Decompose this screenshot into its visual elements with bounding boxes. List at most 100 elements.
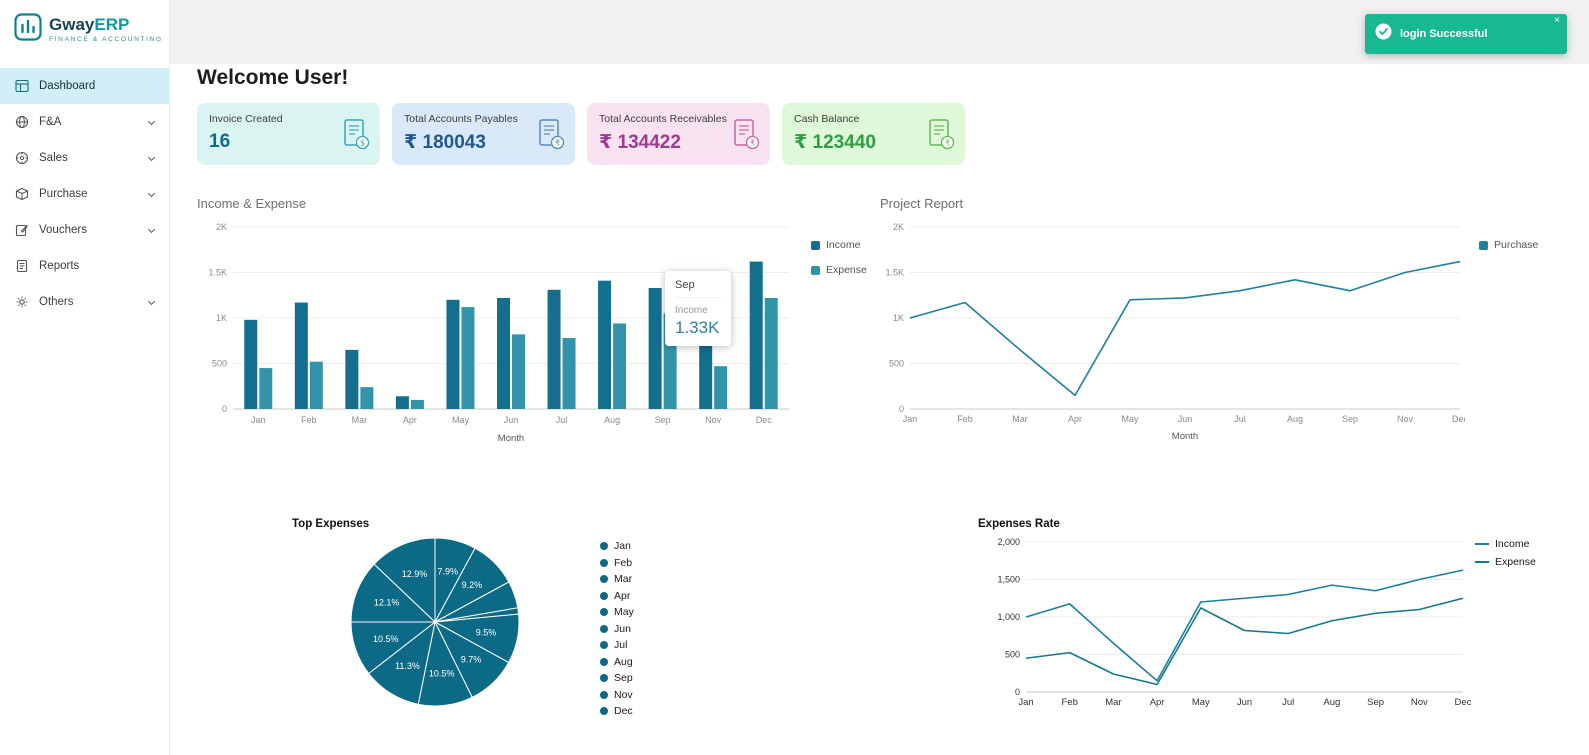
svg-text:May: May xyxy=(1192,697,1210,708)
svg-text:1.5K: 1.5K xyxy=(885,268,904,278)
legend-item-income[interactable]: Income xyxy=(811,239,867,251)
sidebar-item-purchase[interactable]: Purchase xyxy=(0,176,169,212)
stat-card-invoice-created: Invoice Created 16 $ xyxy=(197,103,380,165)
legend-swatch-icon xyxy=(600,674,608,682)
svg-text:Dec: Dec xyxy=(1455,697,1472,708)
svg-text:9.2%: 9.2% xyxy=(462,580,483,590)
svg-text:9.5%: 9.5% xyxy=(476,628,497,638)
legend-item-expense[interactable]: Expense xyxy=(811,264,867,276)
cash-icon: ₹ xyxy=(926,118,956,156)
expenses-rate-line-svg: 0 500 1,000 1,500 2,000 Jan Feb Mar Apr May Jun Jul… xyxy=(997,537,1472,708)
legend-swatch-icon xyxy=(600,641,608,649)
legend-swatch-icon xyxy=(1479,240,1488,250)
legend-item-aug[interactable]: Aug xyxy=(600,656,634,668)
svg-text:Jul: Jul xyxy=(556,415,568,425)
gear-icon xyxy=(15,295,29,309)
legend-swatch-icon xyxy=(600,690,608,699)
sidebar-item-others[interactable]: Others xyxy=(0,284,169,320)
legend-swatch-icon xyxy=(600,558,608,567)
legend-item-sep[interactable]: Sep xyxy=(600,672,634,684)
top-expenses-pie-chart[interactable]: 7.9% 9.2% 9.5% 9.7% 10.5% 11.3% 10.5% 12.1% 12.9… xyxy=(349,536,521,713)
legend-label: Apr xyxy=(614,589,631,602)
svg-text:2,000: 2,000 xyxy=(997,537,1020,547)
legend-label: Aug xyxy=(614,655,633,668)
svg-text:₹: ₹ xyxy=(555,138,560,147)
svg-text:7.9%: 7.9% xyxy=(438,567,459,577)
svg-text:Jul: Jul xyxy=(1282,697,1294,708)
sidebar-item-vouchers[interactable]: Vouchers xyxy=(0,212,169,248)
top-expenses-pie-svg: 7.9%9.2% 9.5% 9.7% 10.5% 11.3% 10.5% 12.1% 12.9… xyxy=(350,537,520,707)
svg-text:Feb: Feb xyxy=(301,415,317,425)
legend-swatch-icon xyxy=(600,591,608,600)
legend-swatch-icon xyxy=(811,265,820,275)
sidebar-item-label: Vouchers xyxy=(39,224,87,236)
svg-text:0: 0 xyxy=(222,404,227,414)
svg-text:1,500: 1,500 xyxy=(997,575,1020,585)
svg-text:Jan: Jan xyxy=(903,414,918,424)
legend-label: Income xyxy=(1495,538,1530,550)
legend-item-apr[interactable]: Apr xyxy=(600,590,634,602)
income-expense-bar-chart[interactable]: Sep Income 1.33K 0 500 1K 1.5K 2K Jan Feb Mar Ap… xyxy=(197,213,797,453)
legend-item-jul[interactable]: Jul xyxy=(600,639,634,651)
legend-item-feb[interactable]: Feb xyxy=(600,557,634,569)
legend-item-expense[interactable]: Expense xyxy=(1475,556,1536,568)
sidebar-item-dashboard[interactable]: Dashboard xyxy=(0,68,169,104)
expenses-rate-title: Expenses Rate xyxy=(978,518,1060,530)
svg-text:Dec: Dec xyxy=(1452,414,1465,424)
sidebar-item-label: Dashboard xyxy=(39,80,96,92)
legend-item-jan[interactable]: Jan xyxy=(600,540,634,552)
legend-item-may[interactable]: May xyxy=(600,606,634,618)
legend-swatch-icon xyxy=(600,608,608,616)
sidebar-item-sales[interactable]: Sales xyxy=(0,140,169,176)
stat-card-total-accounts-payables: Total Accounts Payables ₹ 180043 ₹ xyxy=(392,103,575,165)
expenses-rate-legend: Income Expense xyxy=(1475,538,1536,568)
legend-item-purchase[interactable]: Purchase xyxy=(1479,239,1538,251)
svg-text:0: 0 xyxy=(1015,687,1020,697)
svg-text:12.1%: 12.1% xyxy=(374,598,400,608)
reports-icon xyxy=(15,259,29,273)
svg-text:2K: 2K xyxy=(893,222,904,232)
legend-item-jun[interactable]: Jun xyxy=(600,623,634,635)
svg-text:Nov: Nov xyxy=(1411,697,1428,708)
expenses-rate-line-chart[interactable]: 0 500 1,000 1,500 2,000 Jan Feb Mar Apr May Jun Jul… xyxy=(978,530,1473,727)
svg-text:10.5%: 10.5% xyxy=(373,634,399,644)
stat-card-cash-balance: Cash Balance ₹ 123440 ₹ xyxy=(782,103,965,165)
legend-swatch-icon xyxy=(600,542,608,550)
income-expense-chart-title: Income & Expense xyxy=(197,196,307,211)
toast-close-icon[interactable]: × xyxy=(1554,16,1560,26)
chevron-down-icon xyxy=(147,117,156,125)
chevron-down-icon xyxy=(147,225,156,233)
toast-login-successful: login Successful × xyxy=(1365,14,1567,54)
toast-message: login Successful xyxy=(1400,28,1488,40)
sidebar-nav: Dashboard F&A Sales Purchase Vouchers Reports… xyxy=(0,68,169,320)
svg-text:1K: 1K xyxy=(216,313,227,323)
brand-logo-icon xyxy=(14,13,42,46)
legend-item-dec[interactable]: Dec xyxy=(600,705,634,717)
legend-item-income[interactable]: Income xyxy=(1475,538,1536,550)
svg-text:Sep: Sep xyxy=(655,415,671,425)
svg-text:10.5%: 10.5% xyxy=(429,669,455,679)
brand-tagline: FINANCE & ACCOUNTING xyxy=(49,36,163,43)
sidebar-item-label: Reports xyxy=(39,260,80,272)
tooltip-series: Income xyxy=(675,305,708,316)
legend-swatch-icon xyxy=(1475,543,1489,545)
project-report-line-chart[interactable]: 0 500 1K 1.5K 2K Jan Feb Mar Apr May Jun Jul Aug Sep N… xyxy=(880,213,1468,453)
svg-text:Nov: Nov xyxy=(1397,414,1414,424)
sidebar-item-f-a[interactable]: F&A xyxy=(0,104,169,140)
top-expenses-legend: Jan Feb Mar Apr May Jun Jul Aug Sep Nov Dec xyxy=(600,540,634,717)
sidebar-item-reports[interactable]: Reports xyxy=(0,248,169,284)
svg-text:Feb: Feb xyxy=(1062,697,1078,708)
svg-text:12.9%: 12.9% xyxy=(402,569,428,579)
stat-cards-row: Invoice Created 16 $ Total Accounts Payable… xyxy=(197,103,965,165)
svg-text:Jan: Jan xyxy=(251,415,266,425)
svg-text:Jun: Jun xyxy=(504,415,519,425)
legend-label: Feb xyxy=(614,556,633,569)
legend-item-mar[interactable]: Mar xyxy=(600,573,634,585)
legend-label: Sep xyxy=(614,672,633,684)
legend-item-nov[interactable]: Nov xyxy=(600,689,634,701)
legend-label: Jun xyxy=(614,622,631,635)
payables-icon: ₹ xyxy=(536,118,566,156)
svg-text:Feb: Feb xyxy=(957,414,973,424)
legend-swatch-icon xyxy=(600,657,608,666)
income-expense-chart-card: Income & Expense Sep Income 1.33K 0 500 1K… xyxy=(197,196,880,453)
